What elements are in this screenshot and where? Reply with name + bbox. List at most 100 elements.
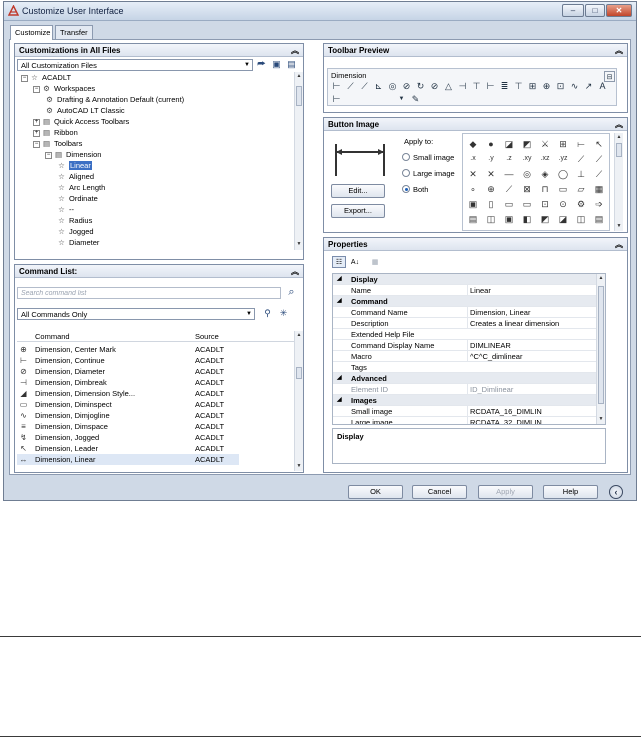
button-image-cell-icon[interactable]: ◎ bbox=[520, 167, 534, 181]
small-image-radio[interactable]: Small image bbox=[402, 153, 454, 162]
cancel-button[interactable]: Cancel bbox=[412, 485, 467, 499]
button-image-cell-icon[interactable]: ◪ bbox=[556, 212, 570, 226]
button-image-cell-icon[interactable]: .yz bbox=[556, 152, 570, 166]
button-image-cell-icon[interactable]: ▤ bbox=[556, 227, 570, 230]
property-category[interactable]: ◢ Advanced bbox=[333, 373, 605, 384]
save-icon[interactable]: ▣ bbox=[271, 59, 282, 70]
property-row[interactable]: Small image RCDATA_16_DIMLIN bbox=[333, 406, 605, 417]
property-value[interactable]: Creates a linear dimension bbox=[467, 318, 597, 329]
tree-node[interactable]: ☆ Arc Length bbox=[57, 182, 105, 193]
tree-node[interactable]: − ⚙ Workspaces bbox=[33, 83, 95, 94]
tree-node[interactable]: ☆ Aligned bbox=[57, 171, 94, 182]
toolbar-button-icon[interactable]: ⊤ bbox=[513, 81, 524, 92]
button-image-cell-icon[interactable]: ▣ bbox=[502, 212, 516, 226]
scroll-up-icon[interactable]: ▲ bbox=[615, 133, 623, 141]
scroll-up-icon[interactable]: ▲ bbox=[295, 72, 303, 80]
tree-scrollbar[interactable]: ▲ ▼ bbox=[294, 72, 303, 250]
button-image-cell-icon[interactable]: ▧ bbox=[484, 227, 498, 230]
toolbar-button-icon[interactable]: ⊤ bbox=[471, 81, 482, 92]
button-image-cell-icon[interactable]: ▭ bbox=[556, 182, 570, 196]
collapse-triangle-icon[interactable]: ◢ bbox=[337, 296, 342, 307]
tree-node[interactable]: ☆ Radius bbox=[57, 215, 92, 226]
dimstyle-icon[interactable]: ✎ bbox=[410, 94, 421, 105]
button-image-cell-icon[interactable]: ◫ bbox=[484, 212, 498, 226]
collapse-icon[interactable]: − bbox=[45, 152, 52, 159]
toolbar-button-icon[interactable]: ↻ bbox=[415, 81, 426, 92]
button-image-cell-icon[interactable]: ◪ bbox=[502, 137, 516, 151]
expand-icon[interactable]: + bbox=[33, 119, 40, 126]
button-image-cell-icon[interactable]: ◆ bbox=[466, 137, 480, 151]
command-search-input[interactable] bbox=[17, 287, 281, 299]
button-image-cell-icon[interactable]: ◈ bbox=[538, 167, 552, 181]
button-image-cell-icon[interactable]: ✕ bbox=[466, 167, 480, 181]
tree-node[interactable]: ☆ Ordinate bbox=[57, 193, 98, 204]
command-row[interactable]: ∿ Dimension, Dimjogline ACADLT bbox=[17, 410, 239, 421]
property-value[interactable]: Dimension, Linear bbox=[467, 307, 597, 318]
image-grid-scrollbar[interactable]: ▲ ▼ bbox=[614, 133, 623, 231]
find-command-icon[interactable]: ⚲ bbox=[262, 308, 273, 319]
property-row[interactable]: Large image RCDATA_32_DIMLIN bbox=[333, 417, 605, 424]
open-file-icon[interactable]: ⮫ bbox=[256, 59, 267, 70]
button-image-cell-icon[interactable]: ⟋ bbox=[502, 182, 516, 196]
tree-node[interactable]: + ▤ Quick Access Toolbars bbox=[33, 116, 129, 127]
tree-node[interactable]: + ▤ Ribbon bbox=[33, 127, 78, 138]
toolbar-button-icon[interactable]: ⊕ bbox=[541, 81, 552, 92]
button-image-cell-icon[interactable]: ▨ bbox=[502, 227, 516, 230]
property-value[interactable]: ID_Dimlinear bbox=[467, 384, 597, 395]
button-image-cell-icon[interactable]: ◫ bbox=[574, 212, 588, 226]
toolbar-button-icon[interactable]: ∿ bbox=[569, 81, 580, 92]
command-row[interactable]: ▭ Dimension, Diminspect ACADLT bbox=[17, 399, 239, 410]
button-image-cell-icon[interactable]: ▦ bbox=[592, 182, 606, 196]
button-image-cell-icon[interactable]: ▣ bbox=[466, 197, 480, 211]
button-image-cell-icon[interactable]: ⊡ bbox=[538, 197, 552, 211]
command-row[interactable]: ⊣ Dimension, Dimbreak ACADLT bbox=[17, 377, 239, 388]
command-row[interactable]: ↯ Dimension, Jogged ACADLT bbox=[17, 432, 239, 443]
button-image-cell-icon[interactable]: ⟝ bbox=[574, 137, 588, 151]
scroll-thumb[interactable] bbox=[598, 286, 604, 404]
button-image-cell-icon[interactable]: ↖ bbox=[592, 137, 606, 151]
button-image-cell-icon[interactable]: ▣ bbox=[574, 227, 588, 230]
customization-files-dropdown[interactable]: All Customization Files ▼ bbox=[17, 59, 253, 71]
both-radio-dot[interactable] bbox=[402, 185, 410, 193]
button-image-cell-icon[interactable]: ⟋ bbox=[592, 167, 606, 181]
ok-button[interactable]: OK bbox=[348, 485, 403, 499]
categorized-icon[interactable]: ☷ bbox=[332, 256, 346, 268]
scroll-up-icon[interactable]: ▲ bbox=[295, 331, 303, 339]
export-button[interactable]: Export... bbox=[331, 204, 385, 218]
button-image-cell-icon[interactable]: ◯ bbox=[556, 167, 570, 181]
button-image-cell-icon[interactable]: ⚙ bbox=[574, 197, 588, 211]
button-image-cell-icon[interactable]: ▩ bbox=[520, 227, 534, 230]
button-image-cell-icon[interactable]: ⊓ bbox=[538, 182, 552, 196]
button-image-cell-icon[interactable]: .z bbox=[502, 152, 516, 166]
toolbar-button-icon[interactable]: ⊘ bbox=[401, 81, 412, 92]
button-image-cell-icon[interactable]: .y bbox=[484, 152, 498, 166]
property-value[interactable]: RCDATA_32_DIMLIN bbox=[467, 417, 597, 424]
button-image-cell-icon[interactable]: ◩ bbox=[538, 212, 552, 226]
property-row[interactable]: Name Linear bbox=[333, 285, 605, 296]
button-image-cell-icon[interactable]: ▥ bbox=[538, 227, 552, 230]
button-image-cell-icon[interactable]: ⊕ bbox=[484, 182, 498, 196]
property-value[interactable]: ^C^C_dimlinear bbox=[467, 351, 597, 362]
property-row[interactable]: Description Creates a linear dimension bbox=[333, 318, 605, 329]
expand-icon[interactable]: + bbox=[33, 130, 40, 137]
command-row[interactable]: ≡ Dimension, Dimspace ACADLT bbox=[17, 421, 239, 432]
tree-node[interactable]: ☆ Jogged bbox=[57, 226, 93, 237]
button-image-cell-icon[interactable]: ▤ bbox=[466, 212, 480, 226]
scroll-thumb[interactable] bbox=[296, 367, 302, 379]
collapse-chevron-icon[interactable]: ︽ bbox=[615, 45, 623, 56]
scroll-thumb[interactable] bbox=[616, 143, 622, 157]
collapse-chevron-icon[interactable]: ︽ bbox=[615, 239, 623, 250]
tab-transfer[interactable]: Transfer bbox=[55, 25, 93, 39]
toolbar-button-icon[interactable]: A bbox=[597, 81, 608, 92]
button-image-cell-icon[interactable]: ● bbox=[484, 137, 498, 151]
tree-node[interactable]: − ☆ ACADLT bbox=[21, 72, 71, 83]
command-row[interactable]: ⊘ Dimension, Diameter ACADLT bbox=[17, 366, 239, 377]
property-category[interactable]: ◢ Images bbox=[333, 395, 605, 406]
button-image-cell-icon[interactable]: ▢ bbox=[592, 227, 606, 230]
toolbar-button-icon[interactable]: ◎ bbox=[387, 81, 398, 92]
save-as-icon[interactable]: ▤ bbox=[286, 59, 297, 70]
small-image-radio-dot[interactable] bbox=[402, 153, 410, 161]
maximize-button[interactable]: □ bbox=[585, 4, 605, 17]
help-button[interactable]: Help bbox=[543, 485, 598, 499]
scroll-down-icon[interactable]: ▼ bbox=[295, 462, 303, 470]
